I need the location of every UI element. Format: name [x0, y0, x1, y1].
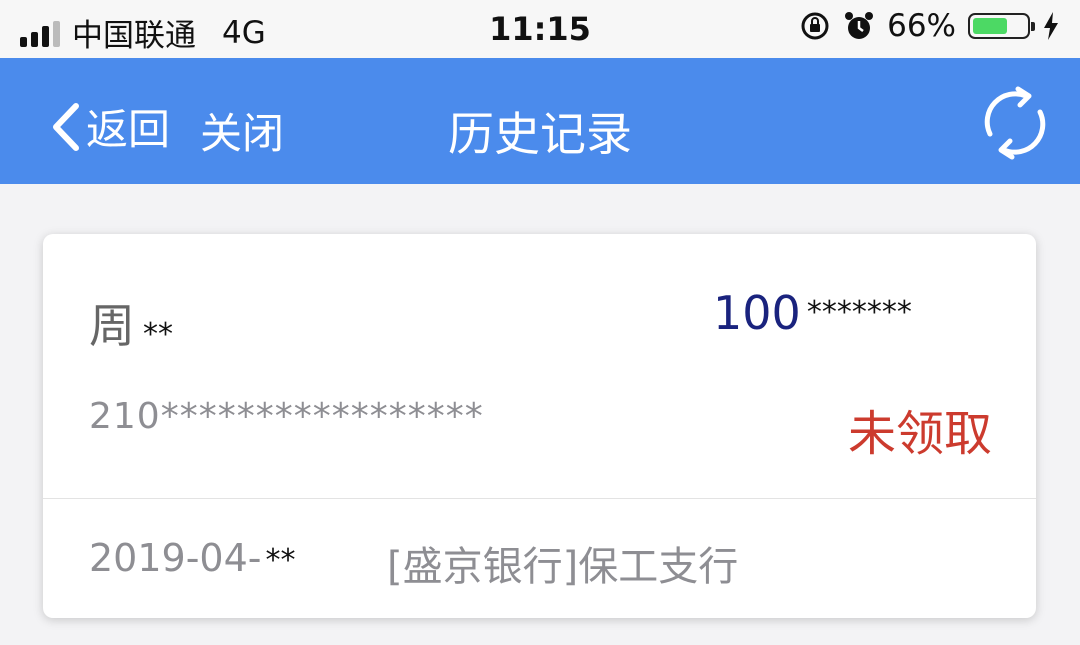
record-date-text: 2019-04- — [89, 536, 262, 580]
amount: 100 ******* — [713, 286, 912, 340]
status-right: 66% — [799, 8, 1060, 44]
status-badge: 未领取 — [847, 406, 992, 462]
recipient-name-text: 周 — [89, 299, 135, 353]
battery-icon — [968, 13, 1035, 39]
navigation-bar: 返回 关闭 历史记录 — [0, 58, 1080, 184]
divider — [43, 498, 1036, 499]
orientation-lock-icon — [801, 12, 829, 40]
recipient-name-mask: ** — [143, 317, 173, 352]
battery-fill — [973, 18, 1008, 34]
record-date: 2019-04- ** — [89, 536, 295, 580]
alarm-icon — [845, 12, 874, 39]
page-title: 历史记录 — [448, 107, 632, 161]
recipient-name: 周 ** — [89, 290, 173, 356]
amount-mask: ******* — [806, 295, 912, 330]
amount-value: 100 — [713, 286, 801, 340]
record-card[interactable]: 周 ** 100 ******* 210***************** 未领… — [43, 234, 1036, 618]
id-number: 210***************** — [89, 396, 484, 437]
refresh-icon[interactable] — [976, 84, 1054, 162]
charging-icon — [1044, 12, 1058, 40]
bank-branch: [盛京银行]保工支行 — [387, 544, 739, 590]
battery-percent: 66% — [887, 8, 956, 44]
status-bar: 中国联通 4G 11:15 66% — [0, 0, 1080, 58]
record-date-mask: ** — [265, 543, 296, 578]
